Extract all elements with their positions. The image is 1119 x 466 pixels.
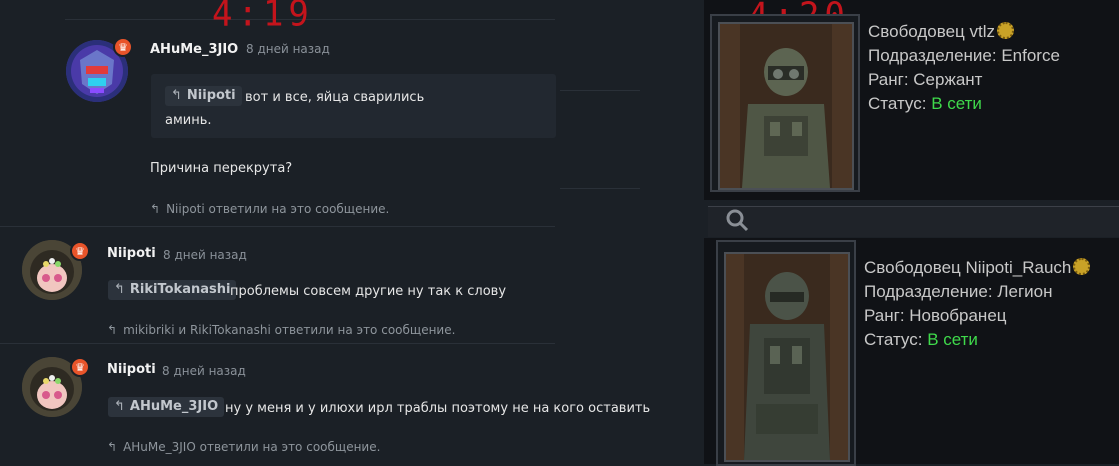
reply-arrow-icon: ↰: [114, 282, 125, 297]
divider: [0, 226, 555, 227]
username[interactable]: AHuMe_3JIO: [150, 42, 238, 57]
status: Статус: В сети: [864, 330, 978, 349]
timestamp[interactable]: 8 дней назад: [246, 42, 330, 56]
profile-info: Свободовец vtlz Подразделение: Enforce Р…: [868, 20, 1060, 116]
reply-arrow-icon: ↰: [107, 323, 118, 337]
handwritten-time: 4:19: [212, 0, 314, 35]
reply-arrow-icon: ↰: [171, 88, 182, 103]
division: Подразделение: Легион: [864, 282, 1053, 301]
rank: Ранг: Сержант: [868, 70, 983, 89]
reply-arrow-icon: ↰: [150, 202, 161, 216]
soldier-portrait-icon: [720, 24, 852, 188]
message-text: ну у меня и у илюхи ирл траблы поэтому н…: [225, 401, 651, 416]
faction-badge-icon: [997, 22, 1015, 39]
rank: Ранг: Новобранец: [864, 306, 1007, 325]
divider: [560, 90, 640, 91]
quote-text: аминь.: [165, 113, 212, 128]
message-text: проблемы совсем другие ну так к слову: [230, 284, 507, 299]
message-text: Причина перекрута?: [150, 161, 293, 176]
profile-card-panel: 4:20 Свободовец vtlz Подразделение: Enfo…: [704, 0, 1119, 200]
quote-author-chip[interactable]: ↰ Niipoti: [165, 86, 242, 106]
replies-link[interactable]: ↰ mikibriki и RikiTokanashi ответили на э…: [107, 323, 455, 337]
trophy-icon: ♛: [113, 37, 133, 57]
trophy-icon: ♛: [70, 241, 90, 261]
character-portrait: [718, 22, 854, 190]
profile-info: Свободовец Niipoti_Rauch Подразделение: …: [864, 256, 1091, 352]
status: Статус: В сети: [868, 94, 982, 113]
username[interactable]: Niipoti: [107, 246, 156, 261]
divider: [0, 343, 555, 344]
search-icon[interactable]: [724, 207, 750, 233]
divider: [560, 188, 640, 189]
quoted-message[interactable]: [151, 74, 556, 138]
replies-link[interactable]: ↰ Niipoti ответили на это сообщение.: [150, 202, 389, 216]
mention-chip[interactable]: ↰ RikiTokanashi: [108, 280, 237, 300]
reply-arrow-icon: ↰: [114, 399, 125, 414]
character-name: Свободовец vtlz: [868, 20, 1060, 44]
search-bar[interactable]: [708, 206, 1119, 237]
timestamp[interactable]: 8 дней назад: [163, 248, 247, 262]
reply-arrow-icon: ↰: [107, 440, 118, 454]
faction-badge-icon: [1073, 258, 1091, 275]
character-portrait: [724, 252, 850, 462]
replies-link[interactable]: ↰ AHuMe_3JIO ответили на это сообщение.: [107, 440, 380, 454]
character-name: Свободовец Niipoti_Rauch: [864, 256, 1091, 280]
status-online: В сети: [927, 330, 978, 349]
division: Подразделение: Enforce: [868, 46, 1060, 65]
soldier-portrait-icon: [726, 254, 848, 460]
chat-panel: 4:19 ♛ AHuMe_3JIO 8 дней назад ↰ Niipoti …: [0, 0, 700, 464]
mention-chip[interactable]: ↰ AHuMe_3JIO: [108, 397, 225, 417]
trophy-icon: ♛: [70, 357, 90, 377]
username[interactable]: Niipoti: [107, 362, 156, 377]
status-online: В сети: [931, 94, 982, 113]
quote-text: вот и все, яйца сварились: [245, 90, 425, 105]
profile-card-panel: Свободовец Niipoti_Rauch Подразделение: …: [704, 238, 1119, 466]
timestamp[interactable]: 8 дней назад: [162, 364, 246, 378]
